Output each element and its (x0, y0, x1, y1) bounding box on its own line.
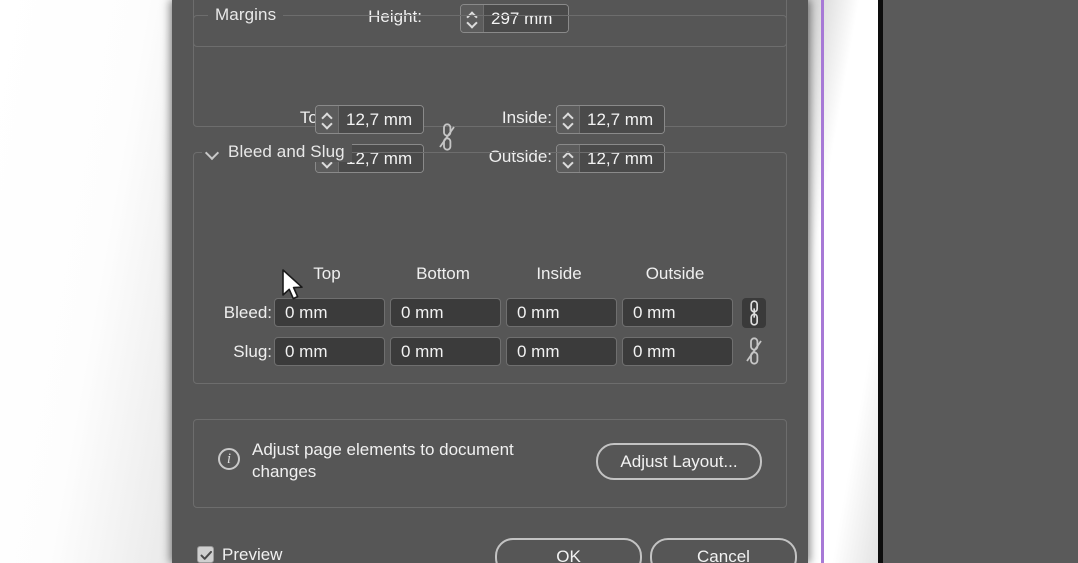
workspace-background (883, 0, 1078, 563)
margins-group-label: Margins (208, 5, 283, 25)
bleed-bottom-input[interactable]: 0 mm (390, 298, 501, 327)
column-header-inside: Inside (504, 264, 614, 284)
adjust-layout-message: Adjust page elements to document changes (252, 439, 562, 483)
screen: Height: 297 mm Margins Top: 12,7 mm (0, 0, 1078, 563)
ok-button[interactable]: OK (495, 538, 642, 563)
margin-inside-input[interactable]: 12,7 mm (556, 105, 665, 134)
margin-inside-stepper[interactable] (557, 106, 580, 133)
column-header-bottom: Bottom (388, 264, 498, 284)
margin-inside-value[interactable]: 12,7 mm (580, 106, 664, 133)
slug-outside-input[interactable]: 0 mm (622, 337, 733, 366)
margin-inside-label: Inside: (452, 108, 552, 128)
bleed-chain-link-icon[interactable] (742, 298, 766, 328)
bleed-row-label: Bleed: (172, 303, 272, 323)
slug-row-label: Slug: (172, 342, 272, 362)
cancel-button[interactable]: Cancel (650, 538, 797, 563)
bleed-top-input[interactable]: 0 mm (274, 298, 385, 327)
document-setup-dialog: Height: 297 mm Margins Top: 12,7 mm (172, 0, 808, 563)
chevron-down-icon[interactable] (206, 148, 219, 156)
adjust-layout-button[interactable]: Adjust Layout... (596, 443, 762, 480)
check-icon (199, 548, 214, 563)
chevron-down-icon[interactable] (563, 121, 574, 127)
column-header-outside: Outside (620, 264, 730, 284)
slug-broken-chain-icon[interactable] (743, 337, 765, 367)
document-page-right (808, 0, 880, 563)
chevron-up-icon[interactable] (322, 112, 333, 118)
slug-inside-input[interactable]: 0 mm (506, 337, 617, 366)
column-header-top: Top (272, 264, 382, 284)
page-guide-line (821, 0, 824, 563)
bleed-inside-input[interactable]: 0 mm (506, 298, 617, 327)
slug-bottom-input[interactable]: 0 mm (390, 337, 501, 366)
margin-top-input[interactable]: 12,7 mm (315, 105, 424, 134)
info-circle-icon: i (218, 448, 240, 470)
document-page-left (0, 0, 172, 563)
margin-top-value[interactable]: 12,7 mm (339, 106, 423, 133)
bleed-outside-input[interactable]: 0 mm (622, 298, 733, 327)
preview-label: Preview (222, 545, 282, 563)
chevron-up-icon[interactable] (563, 112, 574, 118)
bleed-and-slug-group-header[interactable]: Bleed and Slug (202, 142, 352, 162)
chevron-down-icon[interactable] (322, 121, 333, 127)
margin-top-stepper[interactable] (316, 106, 339, 133)
slug-top-input[interactable]: 0 mm (274, 337, 385, 366)
bleed-and-slug-group-label: Bleed and Slug (228, 142, 345, 162)
preview-checkbox[interactable] (197, 546, 214, 563)
